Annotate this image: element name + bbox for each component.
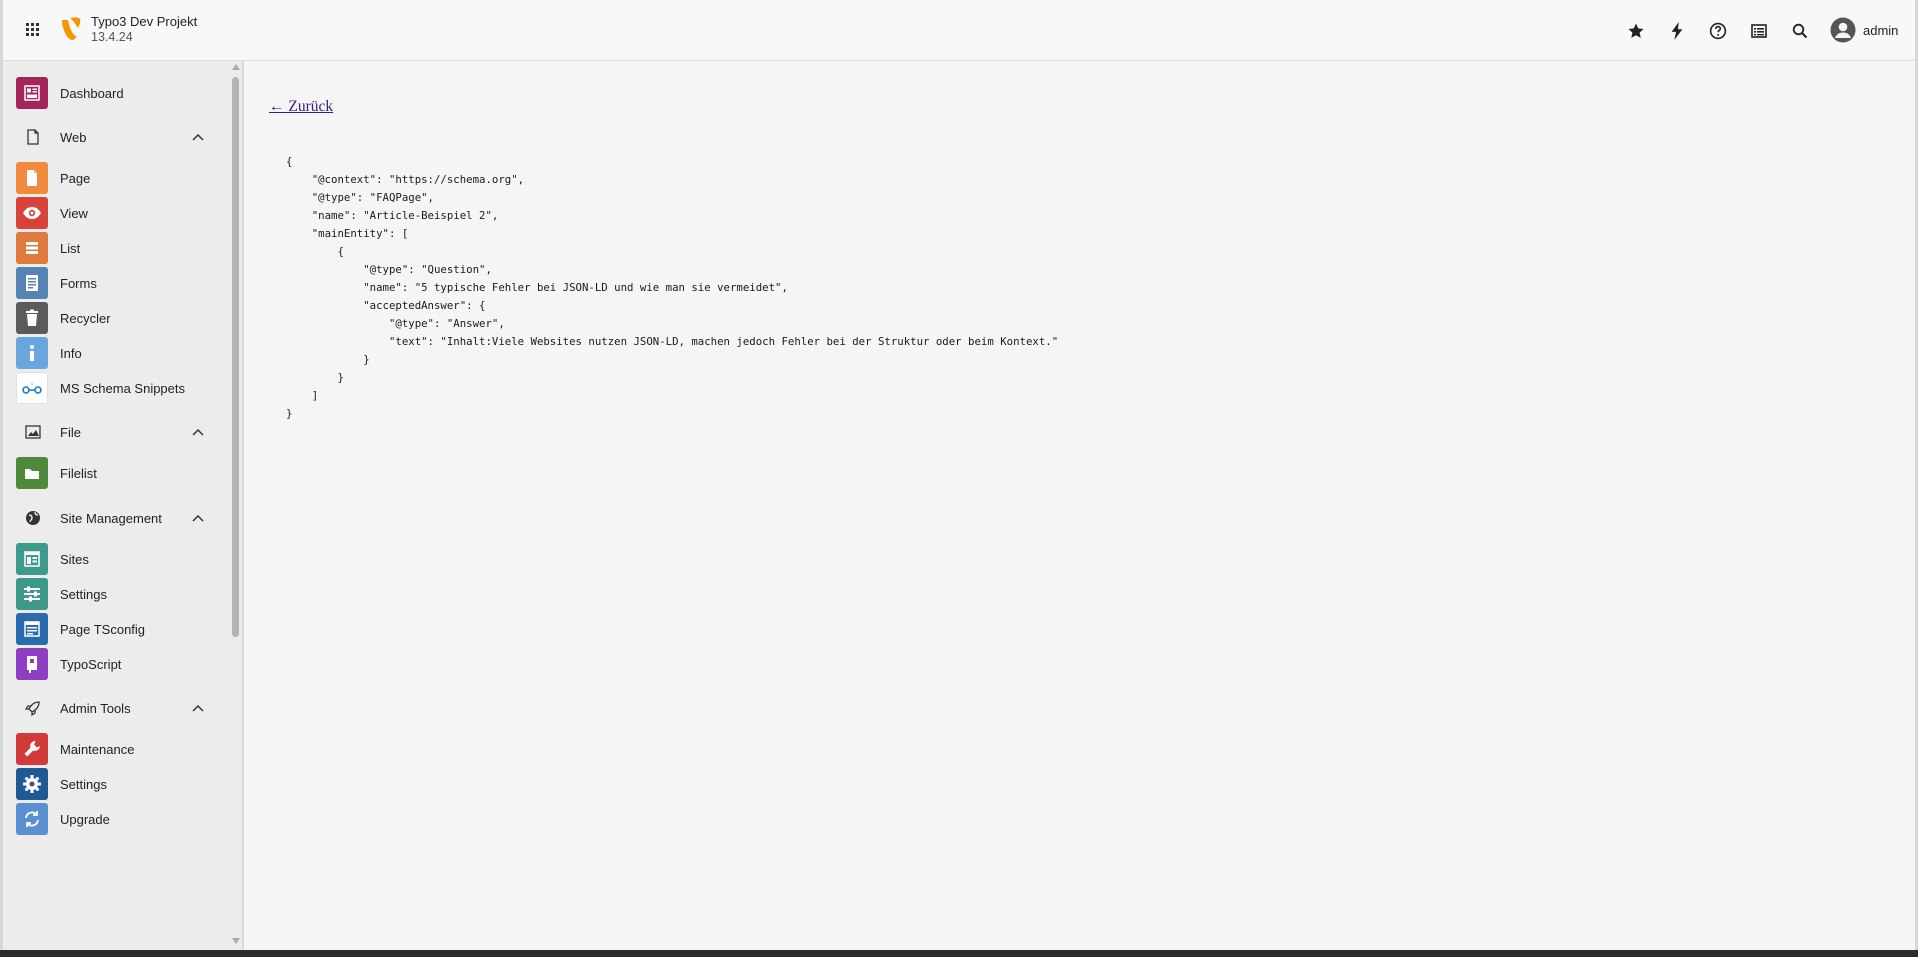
gear-icon bbox=[16, 768, 48, 800]
module-label: Page TSconfig bbox=[60, 621, 146, 637]
module-label: Settings bbox=[60, 776, 107, 792]
taskbar-strip bbox=[0, 950, 1918, 957]
user-menu[interactable]: admin bbox=[1830, 16, 1898, 44]
bookmarks-button[interactable] bbox=[1624, 19, 1648, 43]
chevron-up-icon[interactable] bbox=[191, 701, 205, 715]
typo3-logo-icon[interactable] bbox=[60, 16, 82, 42]
module-sidebar: Dashboard Web Page View List Forms Recyc… bbox=[3, 61, 244, 950]
dashboard-icon bbox=[16, 77, 48, 109]
module-page-tsconfig[interactable]: Page TSconfig bbox=[3, 609, 230, 649]
trash-icon bbox=[16, 302, 48, 334]
module-view[interactable]: View bbox=[3, 193, 230, 233]
module-label: Settings bbox=[60, 586, 107, 602]
flash-icon bbox=[1671, 22, 1683, 40]
scroll-up-arrow-icon[interactable] bbox=[232, 64, 240, 70]
sidebar-scrollbar[interactable] bbox=[230, 61, 242, 950]
group-admin-tools[interactable]: Admin Tools bbox=[3, 691, 230, 725]
folder-icon bbox=[16, 457, 48, 489]
topbar: Typo3 Dev Projekt 13.4.24 admin bbox=[3, 0, 1915, 61]
module-info[interactable]: Info bbox=[3, 333, 230, 373]
username: admin bbox=[1863, 22, 1899, 38]
back-link[interactable]: ← Zurück bbox=[269, 98, 333, 116]
refresh-icon bbox=[16, 803, 48, 835]
typoscript-icon bbox=[16, 648, 48, 680]
module-label: Dashboard bbox=[60, 85, 124, 101]
group-site-management[interactable]: Site Management bbox=[3, 501, 230, 535]
group-file[interactable]: File bbox=[3, 415, 230, 449]
typo3-version: 13.4.24 bbox=[91, 30, 133, 44]
module-forms[interactable]: Forms bbox=[3, 263, 230, 303]
module-label: Maintenance bbox=[60, 741, 135, 757]
module-label: Page bbox=[60, 170, 91, 186]
module-menu-toggle-button[interactable] bbox=[19, 17, 47, 43]
module-sites[interactable]: Sites bbox=[3, 539, 230, 579]
info-icon bbox=[16, 337, 48, 369]
system-info-icon bbox=[1751, 24, 1767, 38]
chevron-up-icon[interactable] bbox=[191, 425, 205, 439]
module-label: MS Schema Snippets bbox=[60, 380, 186, 396]
module-label: View bbox=[60, 205, 88, 221]
module-page[interactable]: Page bbox=[3, 158, 230, 198]
chevron-up-icon[interactable] bbox=[191, 130, 205, 144]
svg-text:s: s bbox=[31, 381, 33, 386]
avatar-icon bbox=[1830, 17, 1856, 43]
eye-icon bbox=[16, 197, 48, 229]
site-name: Typo3 Dev Projekt bbox=[91, 14, 198, 29]
module-admin-settings[interactable]: Settings bbox=[3, 764, 230, 804]
search-icon bbox=[1792, 23, 1808, 39]
module-typoscript[interactable]: TypoScript bbox=[3, 644, 230, 684]
forms-icon bbox=[16, 267, 48, 299]
module-label: Upgrade bbox=[60, 811, 110, 827]
system-information-button[interactable] bbox=[1747, 19, 1771, 43]
sliders-icon bbox=[16, 578, 48, 610]
module-site-settings[interactable]: Settings bbox=[3, 574, 230, 614]
scroll-down-arrow-icon[interactable] bbox=[232, 938, 240, 944]
apps-grid-icon bbox=[26, 23, 39, 36]
schema-snippets-icon: s bbox=[16, 372, 48, 404]
group-label: Admin Tools bbox=[60, 700, 131, 716]
help-button[interactable] bbox=[1706, 19, 1730, 43]
module-label: Filelist bbox=[60, 465, 97, 481]
module-recycler[interactable]: Recycler bbox=[3, 298, 230, 338]
help-icon bbox=[1709, 22, 1727, 40]
group-label: File bbox=[60, 424, 81, 440]
module-filelist[interactable]: Filelist bbox=[3, 453, 230, 493]
scrollbar-thumb[interactable] bbox=[232, 77, 239, 637]
module-list[interactable]: List bbox=[3, 228, 230, 268]
tsconfig-icon bbox=[16, 613, 48, 645]
image-icon bbox=[24, 423, 42, 441]
module-maintenance[interactable]: Maintenance bbox=[3, 729, 230, 769]
typo3-backend-window: Typo3 Dev Projekt 13.4.24 admin Dashboar… bbox=[0, 0, 1918, 950]
document-icon bbox=[24, 128, 42, 146]
module-upgrade[interactable]: Upgrade bbox=[3, 799, 230, 839]
module-label: Info bbox=[60, 345, 82, 361]
module-label: Forms bbox=[60, 275, 97, 291]
sites-icon bbox=[16, 543, 48, 575]
module-dashboard[interactable]: Dashboard bbox=[3, 73, 230, 113]
module-label: Sites bbox=[60, 551, 89, 567]
module-label: Recycler bbox=[60, 310, 111, 326]
module-label: List bbox=[60, 240, 81, 256]
group-web[interactable]: Web bbox=[3, 120, 230, 154]
globe-icon bbox=[24, 509, 42, 527]
module-content: ← Zurück { "@context": "https://schema.o… bbox=[247, 61, 1915, 950]
module-ms-schema-snippets[interactable]: s MS Schema Snippets bbox=[3, 368, 230, 408]
rocket-icon bbox=[24, 699, 42, 717]
module-label: TypoScript bbox=[60, 656, 122, 672]
wrench-icon bbox=[16, 733, 48, 765]
bookmark-star-icon bbox=[1628, 23, 1644, 38]
group-label: Site Management bbox=[60, 510, 162, 526]
page-icon bbox=[16, 162, 48, 194]
search-button[interactable] bbox=[1788, 19, 1812, 43]
list-icon bbox=[16, 232, 48, 264]
group-label: Web bbox=[60, 129, 87, 145]
clear-cache-button[interactable] bbox=[1665, 19, 1689, 43]
json-ld-preview: { "@context": "https://schema.org", "@ty… bbox=[286, 155, 1059, 420]
chevron-up-icon[interactable] bbox=[191, 511, 205, 525]
